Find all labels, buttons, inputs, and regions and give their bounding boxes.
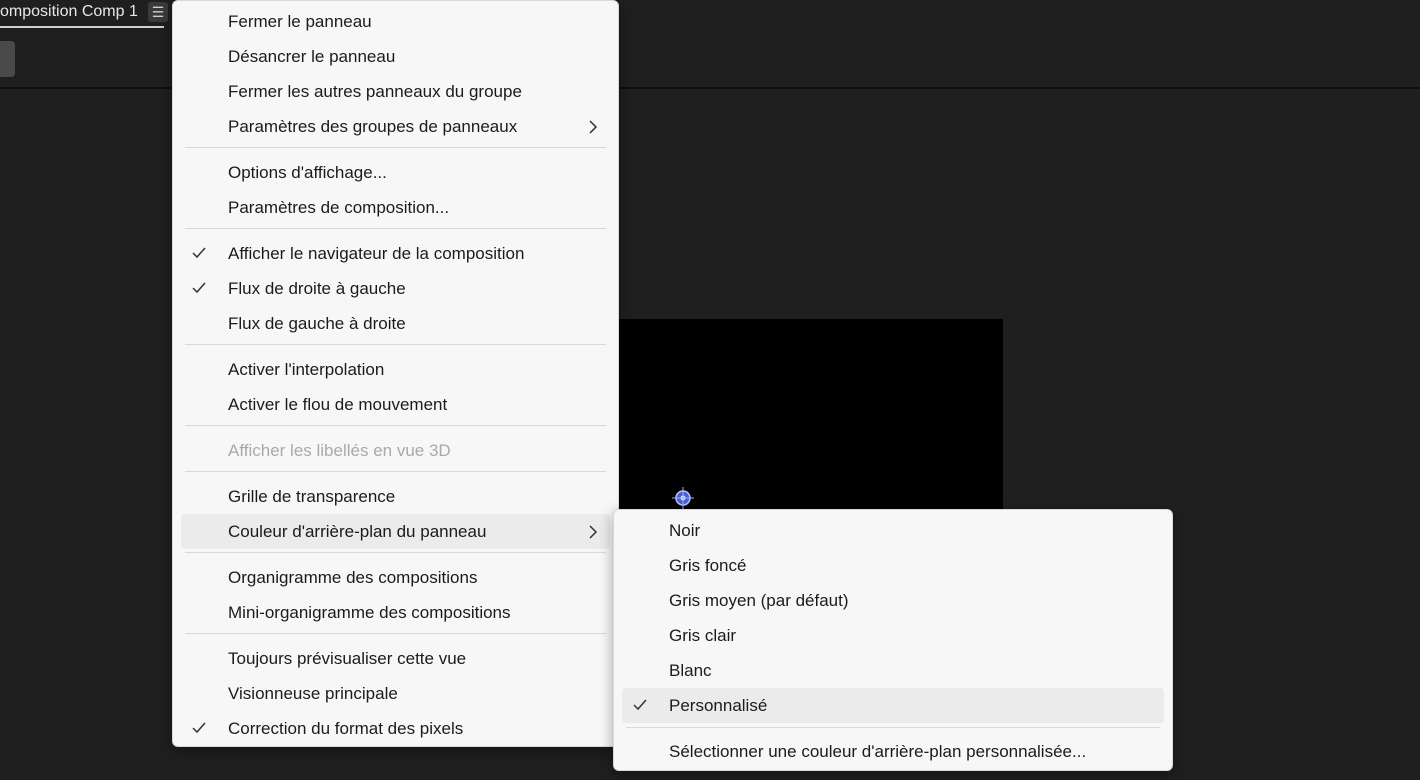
menu-item-label: Paramètres de composition...	[228, 198, 450, 217]
menu-item-close-other-panels[interactable]: Fermer les autres panneaux du groupe	[181, 74, 610, 109]
menu-item-mini-flowchart[interactable]: Mini-organigramme des compositions	[181, 595, 610, 630]
menu-separator	[185, 633, 606, 634]
submenu-item-black[interactable]: Noir	[622, 513, 1164, 548]
menu-item-label: Mini-organigramme des compositions	[228, 603, 511, 622]
menu-item-label: Organigramme des compositions	[228, 568, 478, 587]
menu-item-label: Grille de transparence	[228, 487, 396, 506]
menu-separator	[185, 552, 606, 553]
menu-item-show-composition-navigator[interactable]: Afficher le navigateur de la composition	[181, 236, 610, 271]
menu-item-label: Gris clair	[669, 626, 737, 645]
menu-item-label: Gris moyen (par défaut)	[669, 591, 849, 610]
menu-item-label: Fermer les autres panneaux du groupe	[228, 82, 522, 101]
menu-item-undock-panel[interactable]: Désancrer le panneau	[181, 39, 610, 74]
active-tab-indicator	[0, 26, 164, 28]
menu-separator	[185, 228, 606, 229]
menu-separator	[185, 344, 606, 345]
background-color-submenu: Noir Gris foncé Gris moyen (par défaut) …	[613, 509, 1173, 771]
anchor-point-icon	[672, 487, 694, 509]
menu-item-label: Afficher les libellés en vue 3D	[228, 441, 451, 460]
menu-item-label: Options d'affichage...	[228, 163, 387, 182]
menu-item-label: Flux de gauche à droite	[228, 314, 406, 333]
menu-item-label: Flux de droite à gauche	[228, 279, 406, 298]
menu-separator	[185, 425, 606, 426]
check-icon	[633, 699, 647, 711]
menu-item-label: Activer l'interpolation	[228, 360, 385, 379]
menu-item-label: Noir	[669, 521, 701, 540]
menu-separator	[626, 727, 1160, 728]
menu-item-label: Correction du format des pixels	[228, 719, 464, 738]
menu-item-pixel-aspect-correction[interactable]: Correction du format des pixels	[181, 711, 610, 746]
submenu-item-dark-gray[interactable]: Gris foncé	[622, 548, 1164, 583]
menu-item-label: Paramètres des groupes de panneaux	[228, 117, 518, 136]
menu-item-label: Sélectionner une couleur d'arrière-plan …	[669, 742, 1087, 761]
chevron-right-icon	[589, 120, 598, 134]
menu-item-label: Visionneuse principale	[228, 684, 398, 703]
menu-item-label: Toujours prévisualiser cette vue	[228, 649, 467, 668]
menu-item-flow-left-to-right[interactable]: Flux de gauche à droite	[181, 306, 610, 341]
menu-separator	[185, 471, 606, 472]
menu-item-label: Désancrer le panneau	[228, 47, 396, 66]
menu-item-display-options[interactable]: Options d'affichage...	[181, 155, 610, 190]
submenu-item-select-custom-color[interactable]: Sélectionner une couleur d'arrière-plan …	[622, 734, 1164, 769]
check-icon	[192, 282, 206, 294]
menu-item-label: Activer le flou de mouvement	[228, 395, 448, 414]
menu-item-label: Gris foncé	[669, 556, 747, 575]
composition-viewer-canvas[interactable]	[600, 319, 1003, 519]
menu-item-label: Personnalisé	[669, 696, 768, 715]
menu-item-label: Couleur d'arrière-plan du panneau	[228, 522, 487, 541]
hamburger-menu-icon: ☰	[151, 4, 165, 20]
composition-tab-title[interactable]: omposition Comp 1	[0, 2, 144, 24]
chevron-right-icon	[589, 525, 598, 539]
menu-item-show-3d-labels: Afficher les libellés en vue 3D	[181, 433, 610, 468]
toolbar-button-stub[interactable]	[0, 41, 15, 77]
panel-context-menu: Fermer le panneau Désancrer le panneau F…	[172, 0, 619, 747]
menu-item-always-preview[interactable]: Toujours prévisualiser cette vue	[181, 641, 610, 676]
check-icon	[192, 722, 206, 734]
menu-item-enable-motion-blur[interactable]: Activer le flou de mouvement	[181, 387, 610, 422]
menu-separator	[185, 147, 606, 148]
menu-item-label: Fermer le panneau	[228, 12, 372, 31]
menu-item-label: Afficher le navigateur de la composition	[228, 244, 525, 263]
menu-item-enable-interpolation[interactable]: Activer l'interpolation	[181, 352, 610, 387]
menu-item-primary-viewer[interactable]: Visionneuse principale	[181, 676, 610, 711]
menu-item-label: Blanc	[669, 661, 712, 680]
menu-item-composition-settings[interactable]: Paramètres de composition...	[181, 190, 610, 225]
submenu-item-custom[interactable]: Personnalisé	[622, 688, 1164, 723]
menu-item-panel-background-color[interactable]: Couleur d'arrière-plan du panneau	[181, 514, 610, 549]
panel-menu-button[interactable]: ☰	[148, 2, 168, 22]
submenu-item-light-gray[interactable]: Gris clair	[622, 618, 1164, 653]
menu-item-close-panel[interactable]: Fermer le panneau	[181, 4, 610, 39]
menu-item-panel-group-settings[interactable]: Paramètres des groupes de panneaux	[181, 109, 610, 144]
menu-item-composition-flowchart[interactable]: Organigramme des compositions	[181, 560, 610, 595]
menu-item-flow-right-to-left[interactable]: Flux de droite à gauche	[181, 271, 610, 306]
submenu-item-white[interactable]: Blanc	[622, 653, 1164, 688]
menu-item-transparency-grid[interactable]: Grille de transparence	[181, 479, 610, 514]
submenu-item-medium-gray[interactable]: Gris moyen (par défaut)	[622, 583, 1164, 618]
check-icon	[192, 247, 206, 259]
